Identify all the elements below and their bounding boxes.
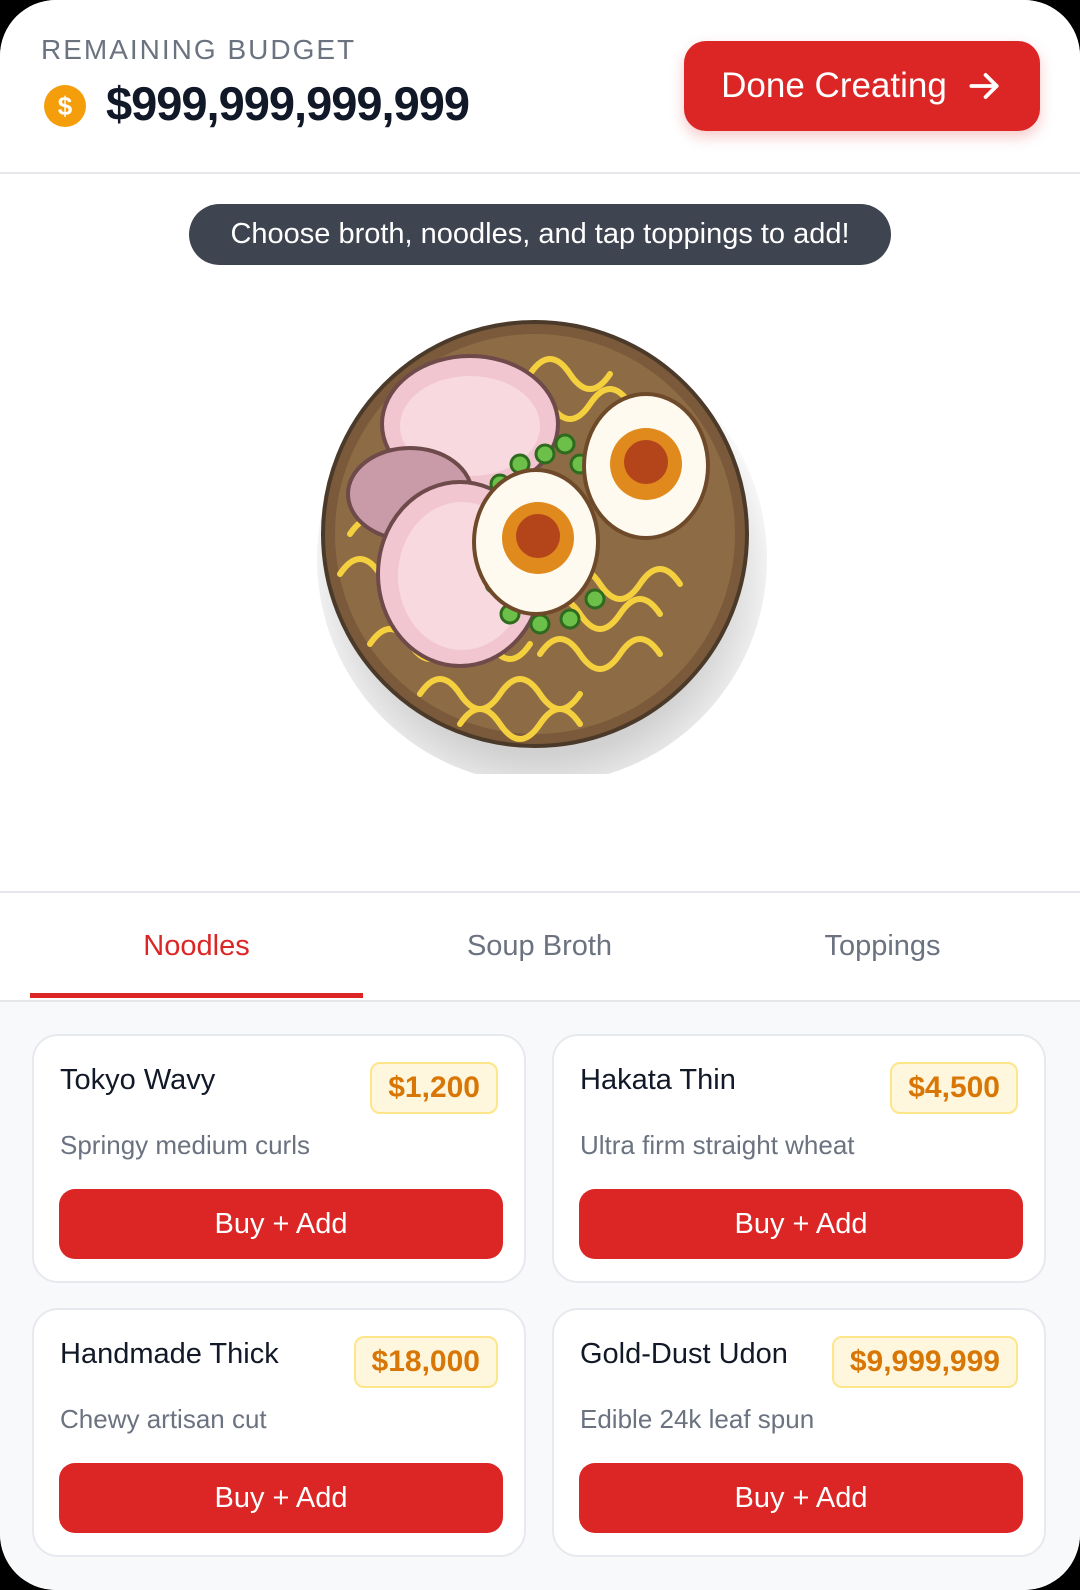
done-creating-button[interactable]: Done Creating bbox=[684, 41, 1040, 131]
item-card-tokyo-wavy: Tokyo Wavy $1,200 Springy medium curls B… bbox=[32, 1034, 526, 1283]
item-price: $18,000 bbox=[353, 1336, 498, 1388]
item-price: $4,500 bbox=[890, 1062, 1018, 1114]
item-description: Edible 24k leaf spun bbox=[580, 1404, 815, 1434]
buy-add-button[interactable]: Buy + Add bbox=[579, 1189, 1023, 1259]
hint-banner: Choose broth, noodles, and tap toppings … bbox=[189, 204, 891, 265]
item-price: $1,200 bbox=[370, 1062, 498, 1114]
item-price: $9,999,999 bbox=[831, 1336, 1018, 1388]
item-description: Chewy artisan cut bbox=[60, 1404, 267, 1434]
active-tab-indicator bbox=[30, 993, 363, 998]
item-name: Tokyo Wavy bbox=[60, 1064, 216, 1096]
coin-icon: $ bbox=[44, 85, 86, 127]
app-screen: REMAINING BUDGET $ $999,999,999,999 Done… bbox=[0, 0, 1080, 1590]
budget-value: $999,999,999,999 bbox=[106, 77, 470, 130]
budget-label: REMAINING BUDGET bbox=[41, 34, 357, 65]
category-tabs: Noodles Soup Broth Toppings bbox=[0, 893, 1080, 1002]
item-card-hakata-thin: Hakata Thin $4,500 Ultra firm straight w… bbox=[552, 1034, 1046, 1283]
item-description: Springy medium curls bbox=[60, 1130, 310, 1160]
ramen-bowl-image[interactable] bbox=[310, 314, 770, 774]
item-name: Handmade Thick bbox=[60, 1338, 279, 1370]
tab-toppings[interactable]: Toppings bbox=[716, 893, 1049, 1000]
item-card-handmade-thick: Handmade Thick $18,000 Chewy artisan cut… bbox=[32, 1308, 526, 1557]
item-grid: Tokyo Wavy $1,200 Springy medium curls B… bbox=[0, 1002, 1080, 1590]
buy-add-button[interactable]: Buy + Add bbox=[579, 1463, 1023, 1533]
header-bar: REMAINING BUDGET $ $999,999,999,999 Done… bbox=[0, 0, 1080, 174]
arrow-right-icon bbox=[969, 73, 999, 99]
item-description: Ultra firm straight wheat bbox=[580, 1130, 855, 1160]
buy-add-button[interactable]: Buy + Add bbox=[59, 1189, 503, 1259]
buy-add-button[interactable]: Buy + Add bbox=[59, 1463, 503, 1533]
bowl-preview-area: Choose broth, noodles, and tap toppings … bbox=[0, 174, 1080, 893]
item-name: Gold-Dust Udon bbox=[580, 1338, 788, 1370]
tab-noodles[interactable]: Noodles bbox=[30, 893, 363, 1000]
item-name: Hakata Thin bbox=[580, 1064, 736, 1096]
done-creating-label: Done Creating bbox=[721, 66, 947, 105]
tab-soup-broth[interactable]: Soup Broth bbox=[373, 893, 706, 1000]
item-card-gold-dust-udon: Gold-Dust Udon $9,999,999 Edible 24k lea… bbox=[552, 1308, 1046, 1557]
